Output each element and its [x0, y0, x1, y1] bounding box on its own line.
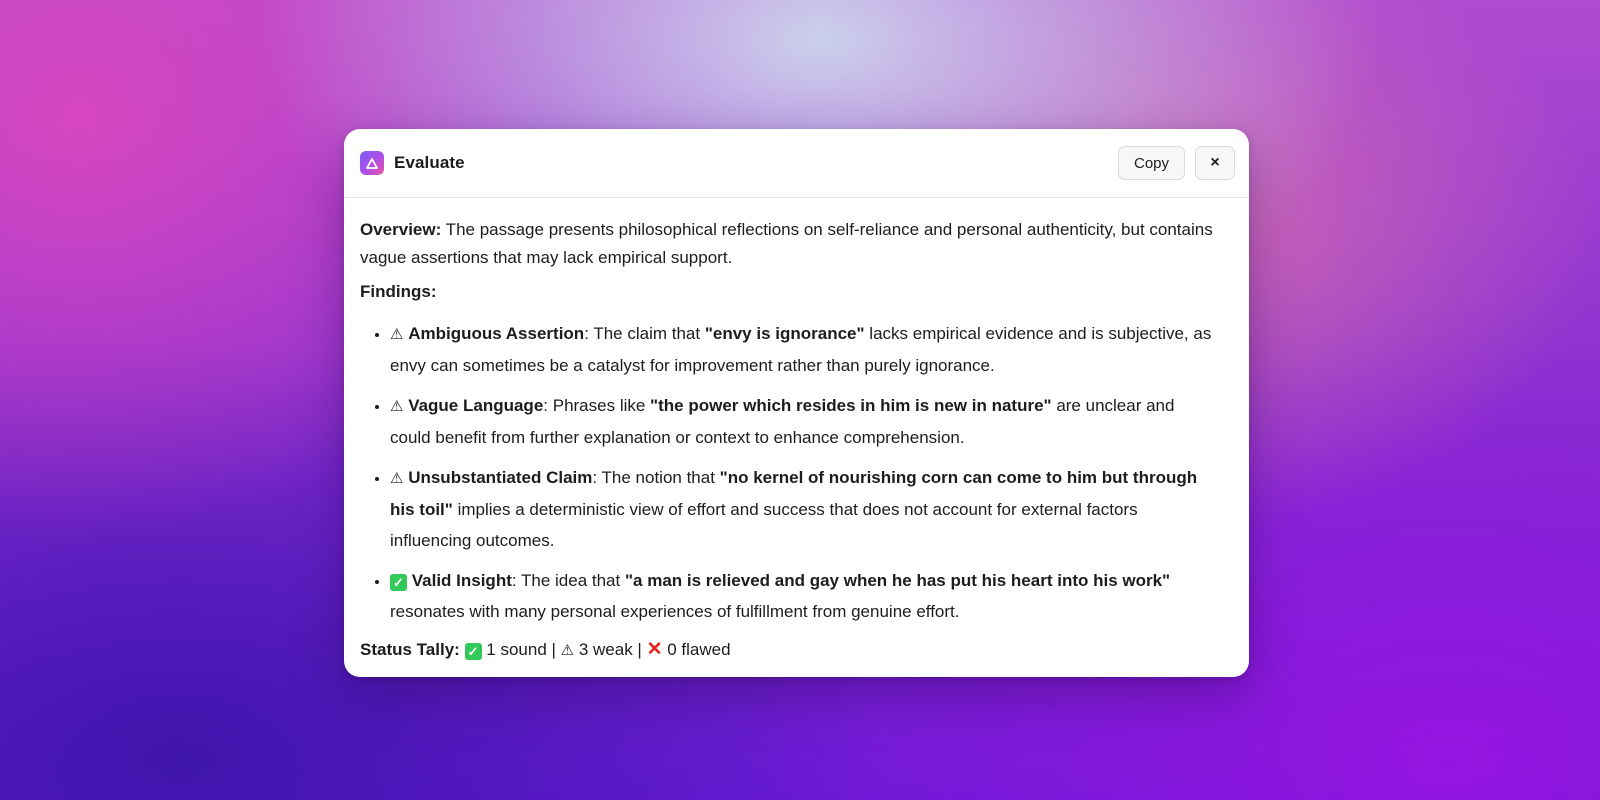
finding-item: ⚠ Unsubstantiated Claim: The notion that… — [390, 462, 1233, 556]
finding-quote: "envy is ignorance" — [704, 324, 865, 343]
tally-sound: 1 sound | — [481, 640, 561, 659]
finding-title: Vague Language — [408, 396, 544, 415]
app-logo-icon — [360, 151, 384, 175]
finding-quote: "a man is relieved and gay when he has p… — [624, 571, 1171, 590]
findings-list: ⚠ Ambiguous Assertion: The claim that "e… — [360, 318, 1233, 627]
overview-label: Overview: — [360, 220, 442, 239]
check-icon: ✓ — [390, 574, 407, 591]
finding-title: Ambiguous Assertion — [408, 324, 585, 343]
findings-heading: Findings: — [360, 282, 437, 301]
finding-title: Unsubstantiated Claim — [408, 468, 593, 487]
cross-icon: ✕ — [646, 639, 663, 660]
copy-button[interactable]: Copy — [1118, 146, 1185, 180]
finding-item: ⚠ Ambiguous Assertion: The claim that "e… — [390, 318, 1233, 381]
close-button[interactable]: × — [1195, 146, 1235, 180]
warning-icon: ⚠ — [560, 642, 575, 659]
warning-icon: ⚠ — [390, 398, 404, 415]
finding-quote: "the power which resides in him is new i… — [650, 396, 1052, 415]
warning-icon: ⚠ — [390, 326, 404, 343]
warning-icon: ⚠ — [390, 470, 404, 487]
overview-paragraph: Overview: The passage presents philosoph… — [360, 216, 1233, 272]
tally-flawed: 0 flawed — [662, 640, 731, 659]
check-icon: ✓ — [464, 643, 482, 660]
finding-title: Valid Insight — [411, 571, 512, 590]
evaluation-content: Overview: The passage presents philosoph… — [344, 198, 1249, 664]
status-tally: Status Tally: ✓ 1 sound | ⚠ 3 weak | ✕ 0… — [360, 637, 1233, 664]
tally-weak: 3 weak | — [574, 640, 647, 659]
finding-item: ✓ Valid Insight: The idea that "a man is… — [390, 565, 1233, 627]
evaluate-dialog: Evaluate Copy × Overview: The passage pr… — [344, 129, 1249, 677]
tally-label: Status Tally: — [360, 640, 460, 659]
finding-item: ⚠ Vague Language: Phrases like "the powe… — [390, 390, 1233, 453]
dialog-header: Evaluate Copy × — [344, 129, 1249, 198]
overview-text: The passage presents philosophical refle… — [360, 220, 1213, 267]
dialog-title: Evaluate — [394, 153, 465, 172]
